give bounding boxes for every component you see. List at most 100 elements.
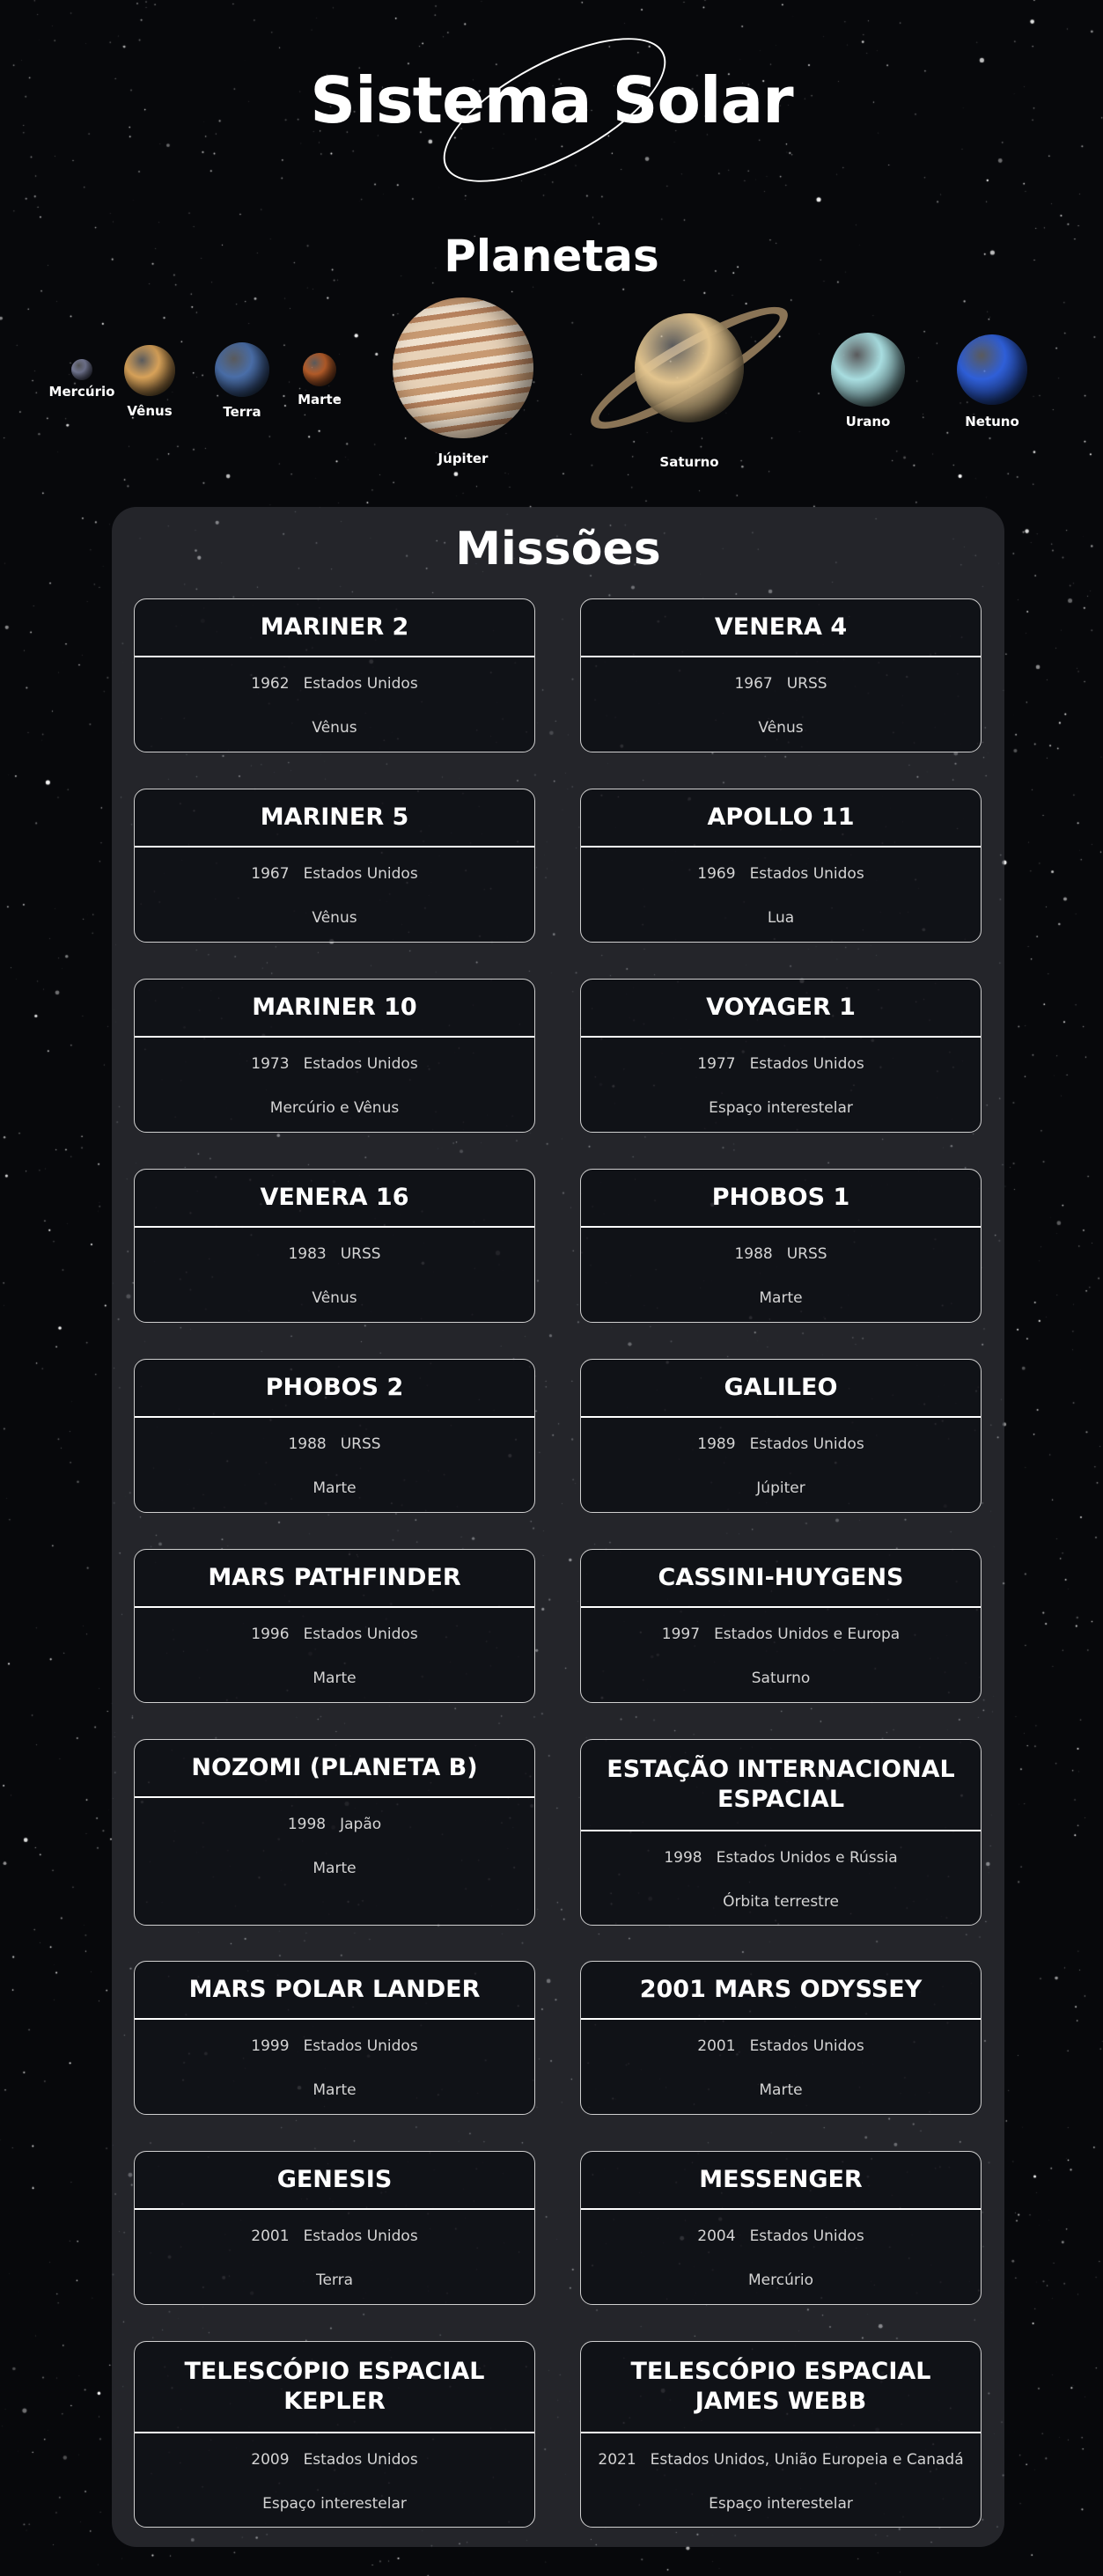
mission-card: CASSINI-HUYGENS 1997 Estados Unidos e Euro…: [580, 1549, 982, 1703]
mission-year: 1988: [734, 1245, 773, 1263]
mission-year: 1967: [251, 865, 290, 883]
mission-year: 1996: [251, 1626, 290, 1643]
mission-country: Estados Unidos: [303, 2451, 418, 2469]
mission-card: VENERA 4 1967 URSS Vênus: [580, 598, 982, 752]
mission-name: MARINER 10: [135, 980, 534, 1038]
mission-meta: 1988 URSS: [581, 1245, 981, 1263]
mission-target: Marte: [313, 1670, 357, 1687]
mission-card: PHOBOS 2 1988 URSS Marte: [134, 1359, 535, 1513]
mission-year: 1969: [697, 865, 736, 883]
mission-meta: 1967 URSS: [581, 675, 981, 693]
mission-target: Lua: [767, 909, 795, 927]
mission-meta: 1983 URSS: [135, 1245, 534, 1263]
mission-card: MARS PATHFINDER 1996 Estados Unidos Marte: [134, 1549, 535, 1703]
planet-image: [393, 297, 533, 438]
mission-meta: 1962 Estados Unidos: [135, 675, 534, 693]
mission-year: 2001: [697, 2037, 736, 2055]
page-header: Sistema Solar: [0, 0, 1103, 211]
mission-meta: 2001 Estados Unidos: [135, 2227, 534, 2245]
mission-meta: 2001 Estados Unidos: [581, 2037, 981, 2055]
mission-target: Mercúrio: [748, 2271, 813, 2289]
mission-country: Estados Unidos: [749, 2227, 864, 2245]
planet-label: Urano: [845, 414, 891, 429]
mission-name: PHOBOS 2: [135, 1360, 534, 1418]
mission-target: Júpiter: [756, 1479, 805, 1497]
mission-name: MARS POLAR LANDER: [135, 1962, 534, 2020]
mission-card: MARINER 2 1962 Estados Unidos Vênus: [134, 598, 535, 752]
mission-meta: 1969 Estados Unidos: [581, 865, 981, 883]
mission-country: Estados Unidos: [749, 1435, 864, 1453]
mission-meta: 1973 Estados Unidos: [135, 1055, 534, 1073]
mission-year: 1999: [251, 2037, 290, 2055]
mission-meta: 1967 Estados Unidos: [135, 865, 534, 883]
mission-meta: 1996 Estados Unidos: [135, 1626, 534, 1643]
mission-meta: 1998 Estados Unidos e Rússia: [581, 1849, 981, 1867]
mission-year: 2021: [598, 2451, 636, 2469]
mission-country: URSS: [786, 675, 827, 693]
mission-card: APOLLO 11 1969 Estados Unidos Lua: [580, 789, 982, 943]
planets-title: Planetas: [444, 231, 659, 282]
mission-target: Marte: [313, 1479, 357, 1497]
mission-card: MESSENGER 2004 Estados Unidos Mercúrio: [580, 2151, 982, 2305]
mission-card: GALILEO 1989 Estados Unidos Júpiter: [580, 1359, 982, 1513]
mission-target: Marte: [313, 2081, 357, 2099]
mission-target: Espaço interestelar: [262, 2495, 407, 2513]
mission-target: Marte: [759, 2081, 803, 2099]
mission-meta: 1998 Japão: [135, 1816, 534, 1833]
mission-country: Estados Unidos e Rússia: [716, 1849, 898, 1867]
mission-country: Estados Unidos, União Europeia e Canadá: [650, 2451, 964, 2469]
mission-country: URSS: [340, 1245, 381, 1263]
mission-year: 1998: [287, 1816, 327, 1833]
mission-country: Estados Unidos: [303, 2227, 418, 2245]
mission-target: Órbita terrestre: [723, 1893, 839, 1911]
mission-year: 1983: [288, 1245, 327, 1263]
mission-name: ESTAÇÃO INTERNACIONAL ESPACIAL: [581, 1740, 981, 1831]
planet-label: Netuno: [965, 414, 1019, 429]
mission-card: VENERA 16 1983 URSS Vênus: [134, 1169, 535, 1323]
mission-card: MARINER 10 1973 Estados Unidos Mercúrio e V…: [134, 979, 535, 1133]
mission-country: Estados Unidos: [303, 1055, 418, 1073]
mission-country: Estados Unidos: [303, 675, 418, 693]
mission-card: ESTAÇÃO INTERNACIONAL ESPACIAL 1998 Estado…: [580, 1739, 982, 1926]
planet-label: Saturno: [659, 454, 719, 470]
mission-target: Vênus: [312, 1289, 357, 1307]
mission-name: TELESCÓPIO ESPACIAL KEPLER: [135, 2342, 534, 2433]
mission-target: Mercúrio e Vênus: [269, 1099, 400, 1117]
planet-label: Júpiter: [438, 451, 489, 466]
mission-year: 1973: [251, 1055, 290, 1073]
mission-name: GALILEO: [581, 1360, 981, 1418]
mission-target: Espaço interestelar: [709, 1099, 853, 1117]
planet-image: [831, 333, 905, 407]
planet-image: [303, 353, 336, 386]
planet-image: [635, 313, 744, 422]
mission-year: 2001: [251, 2227, 290, 2245]
planet-image: [957, 334, 1027, 405]
mission-year: 1967: [734, 675, 773, 693]
mission-target: Saturno: [751, 1670, 811, 1687]
mission-country: Estados Unidos: [303, 865, 418, 883]
mission-year: 1997: [661, 1626, 701, 1643]
mission-name: MARINER 2: [135, 599, 534, 657]
mission-target: Vênus: [312, 719, 357, 737]
mission-name: MARINER 5: [135, 789, 534, 848]
mission-meta: 1989 Estados Unidos: [581, 1435, 981, 1453]
planet-image: [71, 359, 92, 380]
mission-card: TELESCÓPIO ESPACIAL KEPLER 2009 Estados Un…: [134, 2341, 535, 2528]
mission-name: MARS PATHFINDER: [135, 1550, 534, 1608]
mission-card: TELESCÓPIO ESPACIAL JAMES WEBB 2021 Estado…: [580, 2341, 982, 2528]
mission-target: Marte: [759, 1289, 803, 1307]
mission-year: 1998: [664, 1849, 702, 1867]
mission-year: 1977: [697, 1055, 736, 1073]
mission-name: GENESIS: [135, 2152, 534, 2210]
mission-name: VENERA 4: [581, 599, 981, 657]
mission-country: Estados Unidos: [303, 2037, 418, 2055]
mission-card: NOZOMI (PLANETA B) 1998 Japão Marte: [134, 1739, 535, 1926]
mission-target: Terra: [315, 2271, 354, 2289]
planet-label: Vênus: [127, 403, 173, 419]
mission-card: MARS POLAR LANDER 1999 Estados Unidos Marte: [134, 1961, 535, 2115]
mission-meta: 1999 Estados Unidos: [135, 2037, 534, 2055]
mission-name: PHOBOS 1: [581, 1170, 981, 1228]
mission-name: VENERA 16: [135, 1170, 534, 1228]
mission-card: VOYAGER 1 1977 Estados Unidos Espaço intere…: [580, 979, 982, 1133]
planet-label: Marte: [298, 392, 342, 407]
